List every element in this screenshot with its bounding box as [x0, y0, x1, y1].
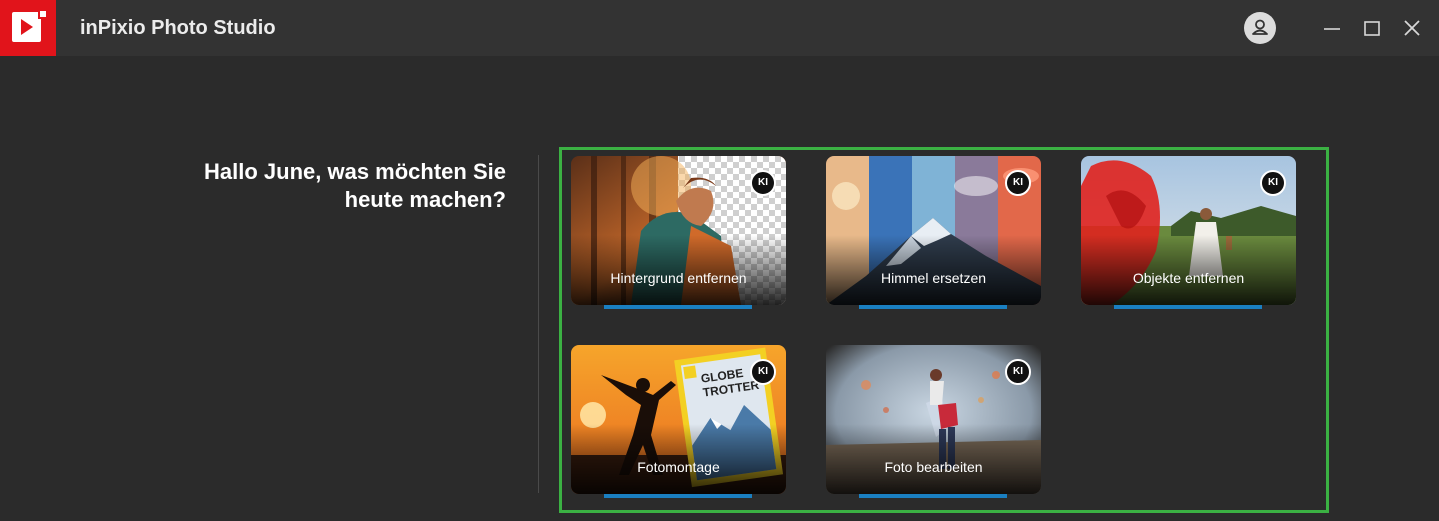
account-button[interactable] — [1244, 12, 1276, 44]
close-icon — [1404, 20, 1420, 36]
ai-badge: KI — [750, 170, 776, 196]
card-accent-bar — [859, 305, 1007, 309]
greeting-heading: Hallo June, was möchten Sie heute machen… — [140, 158, 506, 214]
card-remove-background[interactable]: Hintergrund entfernen KI — [571, 156, 786, 305]
card-label: Objekte entfernen — [1132, 270, 1245, 286]
card-edit-photo[interactable]: Foto bearbeiten KI — [826, 345, 1041, 494]
card-accent-bar — [604, 305, 752, 309]
card-remove-objects[interactable]: Objekte entfernen KI — [1081, 156, 1296, 305]
card-photo-montage[interactable]: GLOBE TROTTER Fotomontage KI — [571, 345, 786, 494]
card-label: Fotomontage — [637, 459, 720, 475]
app-title: inPixio Photo Studio — [80, 17, 276, 39]
card-accent-bar — [1114, 305, 1262, 309]
maximize-icon — [1364, 21, 1380, 36]
user-icon — [1252, 19, 1268, 35]
card-label: Hintergrund entfernen — [610, 270, 747, 286]
ai-badge: KI — [750, 359, 776, 385]
greeting-line-2: heute machen? — [344, 187, 506, 212]
card-accent-bar — [859, 494, 1007, 498]
close-button[interactable] — [1396, 12, 1428, 44]
greeting-line-1: Hallo June, was möchten Sie — [204, 159, 506, 184]
vertical-divider — [538, 155, 539, 493]
card-label: Himmel ersetzen — [880, 270, 987, 286]
ai-badge: KI — [1260, 170, 1286, 196]
ai-badge: KI — [1005, 359, 1031, 385]
card-replace-sky[interactable]: Himmel ersetzen KI — [826, 156, 1041, 305]
maximize-button[interactable] — [1356, 12, 1388, 44]
card-accent-bar — [604, 494, 752, 498]
minimize-button[interactable] — [1316, 12, 1348, 44]
card-label: Foto bearbeiten — [884, 459, 983, 475]
minimize-icon — [1324, 28, 1340, 30]
app-logo-icon — [0, 0, 56, 56]
title-bar: inPixio Photo Studio — [0, 0, 1439, 56]
ai-badge: KI — [1005, 170, 1031, 196]
